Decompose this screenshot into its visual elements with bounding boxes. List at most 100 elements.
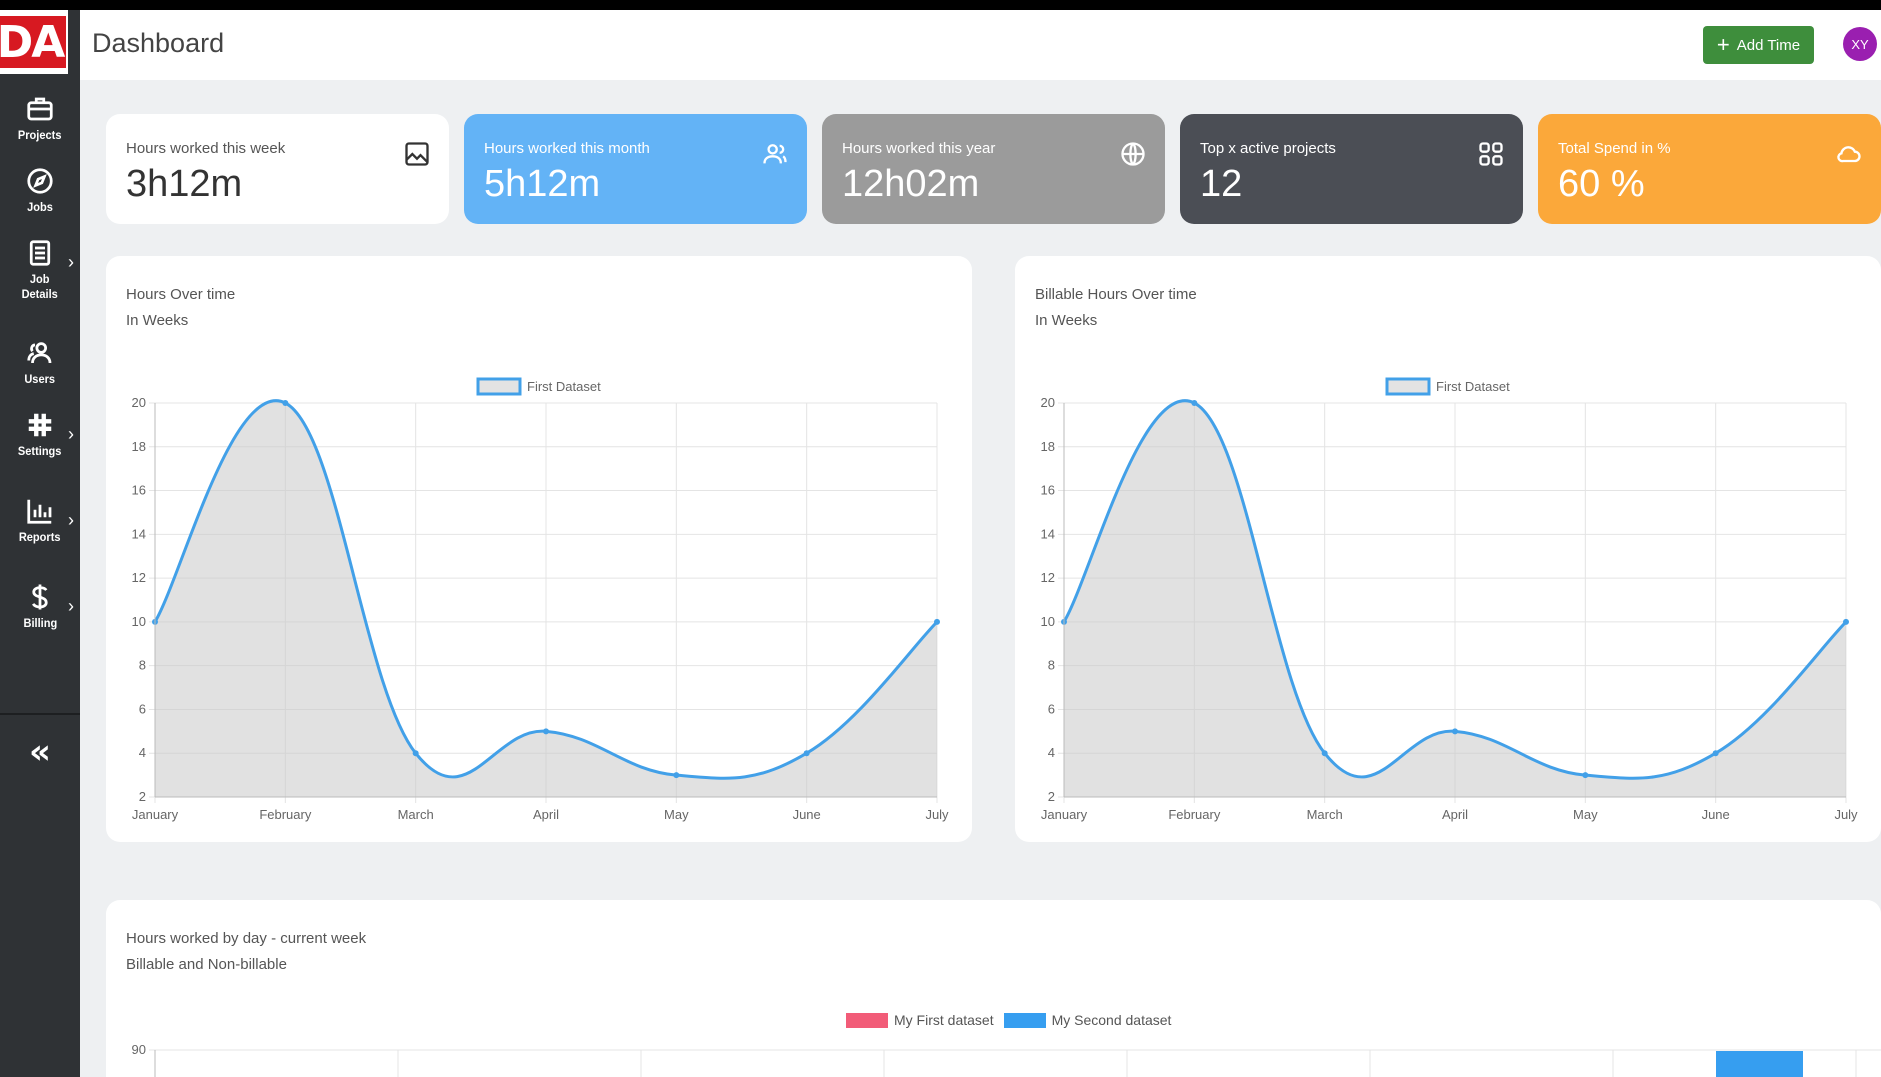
stat-value: 60 % [1558, 163, 1645, 205]
data-point [934, 618, 940, 625]
sidebar-item-label: Reports [19, 530, 61, 544]
globe-icon [1119, 140, 1147, 168]
image-icon [403, 140, 431, 168]
y-tick-label: 18 [1041, 439, 1055, 454]
x-tick-label: June [793, 807, 821, 822]
sidebar-divider [0, 713, 80, 715]
y-tick-label: 16 [1041, 483, 1055, 498]
stat-card-spend[interactable]: Total Spend in % 60 % [1538, 114, 1881, 224]
x-tick-label: July [1834, 807, 1858, 822]
data-point [282, 400, 289, 406]
y-tick-label: 4 [1048, 745, 1055, 760]
chart-card-hours-over-time: Hours Over time In Weeks First Dataset 2 4… [106, 256, 972, 842]
hash-settings-icon [28, 413, 52, 437]
billable-hours-chart: First Dataset 2 4 6 8 10 12 14 16 18 20 January Febr… [1041, 377, 1858, 822]
data-point [1321, 750, 1328, 757]
stat-value: 3h12m [126, 163, 243, 205]
sidebar-item-label: Settings [18, 444, 62, 458]
legend-label: First Dataset [527, 379, 601, 394]
y-tick-label: 12 [1041, 570, 1055, 585]
sidebar-item-settings[interactable]: Settings › [0, 410, 80, 459]
y-tick-label: 14 [1041, 526, 1055, 541]
sidebar-item-billing[interactable]: Billing › [0, 582, 80, 631]
app-logo[interactable]: DA [0, 10, 68, 74]
x-tick-label: July [925, 807, 949, 822]
x-tick-label: May [1573, 807, 1598, 822]
document-icon [29, 240, 51, 266]
y-tick-label: 6 [139, 701, 146, 716]
sidebar-item-label: Billing [23, 616, 57, 630]
chevron-right-icon: › [68, 596, 74, 616]
y-tick-label: 4 [139, 745, 146, 760]
stat-value: 5h12m [484, 163, 601, 205]
data-point [803, 750, 810, 757]
y-tick-label: 2 [139, 789, 146, 804]
sidebar-item-job-details[interactable]: Job Details › [0, 238, 80, 302]
sidebar-item-label: Projects [18, 128, 62, 142]
y-tick-label: 16 [132, 483, 146, 498]
x-tick-label: February [1168, 807, 1221, 822]
chart-card-billable-hours: Billable Hours Over time In Weeks First … [1015, 256, 1881, 842]
stat-card-month[interactable]: Hours worked this month 5h12m [464, 114, 807, 224]
plus-icon: + [1716, 32, 1730, 57]
grid-icon [1477, 140, 1505, 168]
y-tick-label: 20 [132, 395, 146, 410]
sidebar-item-jobs[interactable]: Jobs [0, 166, 80, 215]
dollar-icon [31, 584, 48, 610]
bar-chart-icon [27, 499, 52, 524]
y-tick-label: 8 [139, 658, 146, 673]
y-tick-label: 12 [132, 570, 146, 585]
stat-label: Hours worked this week [126, 140, 286, 157]
chart-legend: First Dataset [1385, 377, 1510, 396]
y-tick-label: 2 [1048, 789, 1055, 804]
stat-card-projects[interactable]: Top x active projects 12 [1180, 114, 1523, 224]
legend-swatch [1385, 377, 1431, 396]
stat-card-week[interactable]: Hours worked this week 3h12m [106, 114, 449, 224]
x-tick-label: March [398, 807, 434, 822]
briefcase-icon [27, 97, 53, 121]
y-tick-label: 14 [132, 526, 146, 541]
data-point [1452, 728, 1458, 735]
sidebar-item-users[interactable]: Users [0, 338, 80, 387]
stat-value: 12h02m [842, 163, 980, 205]
data-point [543, 728, 549, 735]
x-tick-label: April [533, 807, 559, 822]
x-tick-label: March [1307, 807, 1343, 822]
collapse-sidebar-button[interactable]: « [0, 732, 80, 772]
sidebar-item-label: Jobs [27, 200, 53, 214]
avatar[interactable]: XY [1843, 27, 1877, 61]
stat-card-year[interactable]: Hours worked this year 12h02m [822, 114, 1165, 224]
stat-label: Top x active projects [1200, 140, 1336, 157]
y-tick-label: 8 [1048, 658, 1055, 673]
y-tick-label: 6 [1048, 701, 1055, 716]
stat-label: Total Spend in % [1558, 140, 1671, 157]
y-tick-label: 10 [132, 614, 146, 629]
y-tick-label: 10 [1041, 614, 1055, 629]
sidebar-item-reports[interactable]: Reports › [0, 496, 80, 545]
add-time-button[interactable]: + Add Time [1703, 26, 1814, 64]
users-icon [27, 342, 52, 364]
data-point [412, 750, 419, 757]
chart-legend: First Dataset [476, 377, 601, 396]
data-point [1712, 750, 1719, 757]
add-time-label: Add Time [1736, 36, 1801, 54]
x-tick-label: June [1702, 807, 1730, 822]
stat-value: 12 [1200, 163, 1243, 205]
sidebar-item-label: Users [24, 372, 56, 386]
main-content: Dashboard + Add Time XY Hours worked thi… [80, 10, 1881, 1077]
data-point [1843, 618, 1849, 625]
x-tick-label: May [664, 807, 689, 822]
y-tick-label: 18 [132, 439, 146, 454]
chevron-right-icon: › [68, 424, 74, 444]
sidebar-item-projects[interactable]: Projects [0, 94, 80, 143]
logo-text: DA [0, 16, 65, 68]
data-point [1582, 772, 1589, 779]
compass-icon [27, 168, 53, 194]
hours-over-time-chart: First Dataset 2 4 6 8 10 12 14 16 18 20 January Febr… [132, 377, 949, 822]
legend-swatch [476, 377, 522, 396]
data-point [673, 772, 680, 779]
logo-mark: DA [0, 16, 66, 68]
cloud-icon [1835, 140, 1863, 168]
stat-label: Hours worked this year [842, 140, 996, 157]
x-tick-label: February [259, 807, 312, 822]
